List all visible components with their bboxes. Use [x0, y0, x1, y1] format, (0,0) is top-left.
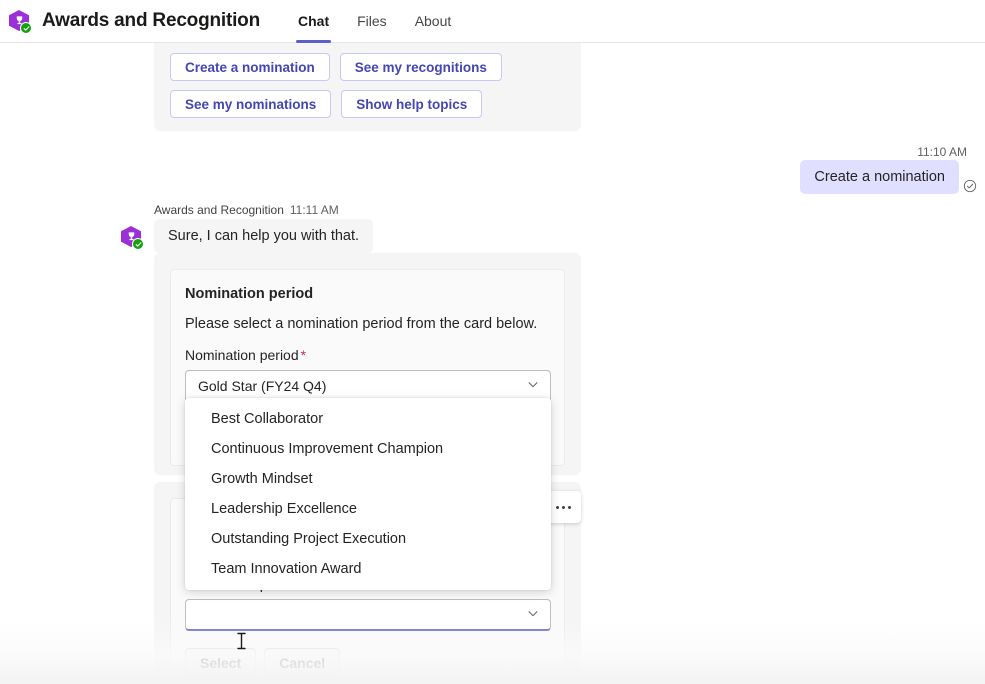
sent-check-circle-icon: [963, 179, 977, 193]
tab-about-label: About: [414, 13, 452, 29]
dropdown-option[interactable]: Continuous Improvement Champion: [185, 434, 551, 464]
page-title: Awards and Recognition: [42, 10, 260, 31]
nav-tabs: Chat Files About: [284, 0, 465, 43]
tab-about[interactable]: About: [401, 0, 466, 43]
available-check-icon: [20, 22, 32, 34]
field-label-text: Nomination period: [185, 347, 299, 363]
suggested-actions-group: Create a nomination See my recognitions …: [170, 53, 570, 118]
dot: [561, 505, 565, 509]
chat-message-list[interactable]: Create a nomination See my recognitions …: [0, 43, 985, 684]
tab-files[interactable]: Files: [343, 0, 401, 43]
nomination-period-select-value: Gold Star (FY24 Q4): [198, 378, 327, 394]
app-header: Awards and Recognition Chat Files About: [0, 0, 985, 43]
outgoing-message-bubble: Create a nomination: [800, 160, 959, 194]
dropdown-option[interactable]: Growth Mindset: [185, 464, 551, 494]
dot: [567, 505, 571, 509]
suggested-actions-message: Create a nomination See my recognitions …: [154, 43, 581, 131]
create-nomination-button[interactable]: Create a nomination: [170, 53, 330, 81]
incoming-sender-name: Awards and Recognition: [154, 203, 284, 217]
nomination-period-select[interactable]: [185, 599, 551, 631]
nomination-period-dropdown[interactable]: Best Collaborator Continuous Improvement…: [185, 398, 551, 590]
avatar: [120, 225, 144, 250]
nomination-period-label: Nomination period*: [185, 347, 550, 363]
chevron-down-icon: [526, 378, 540, 395]
dropdown-option[interactable]: Best Collaborator: [185, 404, 551, 434]
tab-files-label: Files: [357, 13, 387, 29]
tab-chat-label: Chat: [298, 13, 330, 29]
see-my-nominations-button[interactable]: See my nominations: [170, 90, 332, 118]
incoming-message-bubble: Sure, I can help you with that.: [154, 219, 374, 253]
dropdown-option[interactable]: Outstanding Project Execution: [185, 524, 551, 554]
outgoing-timestamp: 11:10 AM: [917, 145, 967, 159]
dropdown-option[interactable]: Leadership Excellence: [185, 494, 551, 524]
card-description: Please select a nomination period from t…: [185, 316, 538, 332]
avatar: [8, 9, 32, 34]
see-my-recognitions-button[interactable]: See my recognitions: [339, 53, 502, 81]
dropdown-option[interactable]: Team Innovation Award: [185, 554, 551, 584]
teams-chat-window: Awards and Recognition Chat Files About …: [0, 0, 985, 684]
chevron-down-icon: [526, 606, 540, 623]
tab-chat[interactable]: Chat: [284, 0, 343, 43]
available-check-icon: [132, 238, 144, 250]
card-actions: Select Cancel: [185, 648, 550, 678]
card-title: Nomination period: [185, 286, 314, 302]
required-asterisk: *: [300, 347, 307, 363]
show-help-topics-button[interactable]: Show help topics: [341, 90, 483, 118]
cancel-button[interactable]: Cancel: [264, 648, 341, 678]
incoming-message-meta: Awards and Recognition 11:11 AM: [154, 203, 339, 217]
dot: [555, 505, 559, 509]
select-button[interactable]: Select: [185, 648, 257, 678]
incoming-timestamp: 11:11 AM: [289, 203, 339, 217]
